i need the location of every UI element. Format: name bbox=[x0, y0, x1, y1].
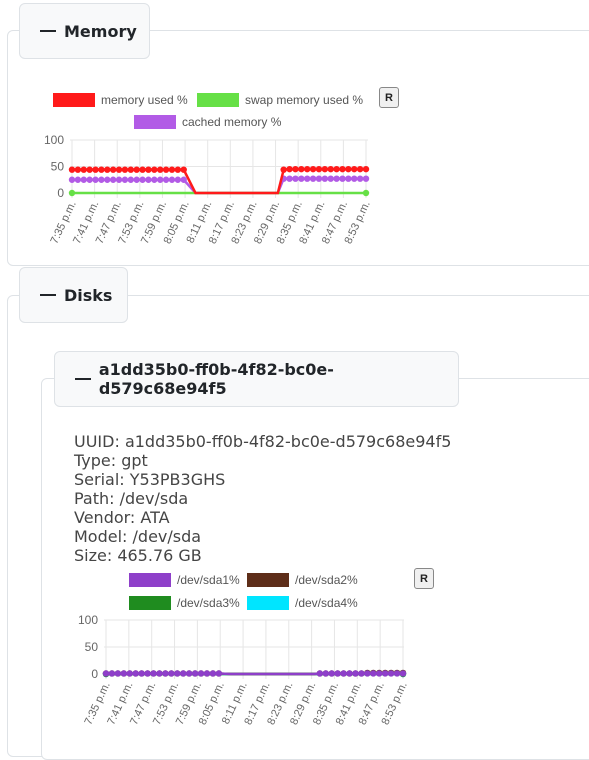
legend-swatch bbox=[129, 596, 171, 610]
legend-label: swap memory used % bbox=[245, 93, 364, 107]
disks-title: Disks bbox=[64, 285, 113, 305]
disk-model: Model: /dev/sda bbox=[74, 527, 202, 546]
collapse-icon bbox=[75, 378, 91, 380]
disk-serial: Serial: Y53PB3GHS bbox=[74, 470, 226, 489]
disk-info: UUID: a1dd35b0-ff0b-4f82-bc0e-d579c68e94… bbox=[74, 432, 451, 565]
collapse-icon bbox=[40, 30, 56, 32]
legend-label: /dev/sda3% bbox=[177, 596, 240, 610]
disks-section-header[interactable]: Disks bbox=[19, 267, 128, 323]
legend-item-sda2[interactable]: /dev/sda2% bbox=[247, 573, 358, 587]
disk-uuid: UUID: a1dd35b0-ff0b-4f82-bc0e-d579c68e94… bbox=[74, 432, 452, 451]
disk-vendor: Vendor: ATA bbox=[74, 508, 170, 527]
memory-reset-zoom-button[interactable]: R bbox=[379, 87, 399, 108]
memory-panel bbox=[7, 30, 589, 266]
legend-swatch bbox=[134, 115, 176, 129]
legend-swatch bbox=[247, 596, 289, 610]
legend-item-sda4[interactable]: /dev/sda4% bbox=[247, 596, 358, 610]
disk-section-header[interactable]: a1dd35b0-ff0b-4f82-bc0e-d579c68e94f5 bbox=[54, 351, 459, 407]
legend-label: memory used % bbox=[101, 93, 188, 107]
legend-label: cached memory % bbox=[182, 115, 282, 129]
legend-item-swap-used[interactable]: swap memory used % bbox=[197, 93, 363, 107]
collapse-icon bbox=[40, 294, 56, 296]
memory-title: Memory bbox=[64, 21, 137, 41]
legend-swatch bbox=[53, 93, 95, 107]
legend-label: /dev/sda4% bbox=[295, 596, 358, 610]
legend-item-cached[interactable]: cached memory % bbox=[134, 115, 281, 129]
legend-item-sda3[interactable]: /dev/sda3% bbox=[129, 596, 240, 610]
disk-title: a1dd35b0-ff0b-4f82-bc0e-d579c68e94f5 bbox=[98, 360, 334, 398]
legend-swatch bbox=[129, 573, 171, 587]
legend-label: /dev/sda2% bbox=[295, 573, 358, 587]
legend-swatch bbox=[197, 93, 239, 107]
disk-path: Path: /dev/sda bbox=[74, 489, 189, 508]
memory-section-header[interactable]: Memory bbox=[19, 3, 150, 59]
legend-item-sda1[interactable]: /dev/sda1% bbox=[129, 573, 240, 587]
disk-size: Size: 465.76 GB bbox=[74, 546, 202, 565]
legend-swatch bbox=[247, 573, 289, 587]
disk-type: Type: gpt bbox=[74, 451, 148, 470]
disk-reset-zoom-button[interactable]: R bbox=[414, 568, 434, 589]
legend-item-memory-used[interactable]: memory used % bbox=[53, 93, 188, 107]
legend-label: /dev/sda1% bbox=[177, 573, 240, 587]
